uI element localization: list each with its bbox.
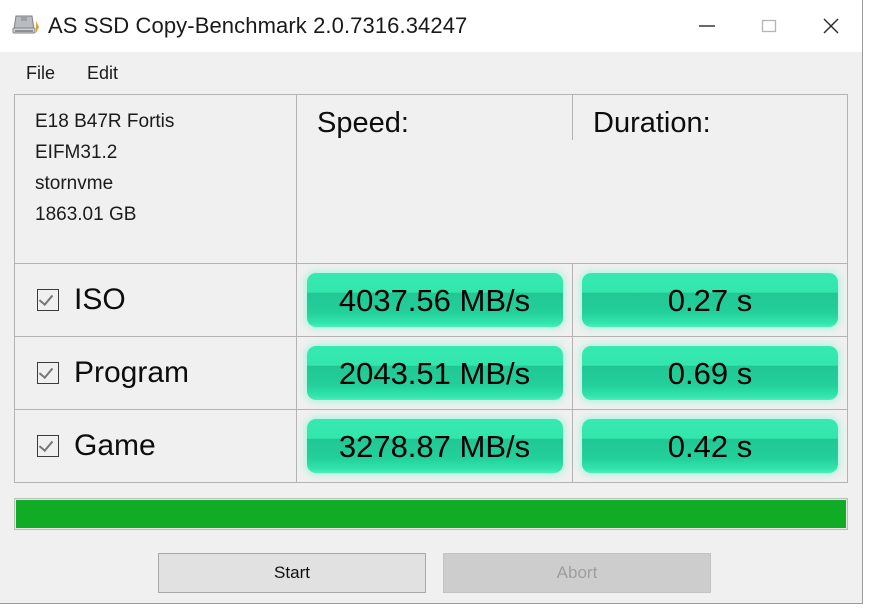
duration-cell-iso: 0.27 s xyxy=(573,264,847,336)
start-button[interactable]: Start xyxy=(158,553,426,593)
close-button[interactable] xyxy=(800,0,862,52)
ssd-drive-icon xyxy=(10,13,40,39)
title-bar[interactable]: AS SSD Copy-Benchmark 2.0.7316.34247 xyxy=(0,0,862,52)
duration-value-program: 0.69 s xyxy=(667,355,753,391)
table-row: Program 2043.51 MB/s 0.69 s xyxy=(15,337,847,410)
speed-cell-program: 2043.51 MB/s xyxy=(297,337,573,409)
test-name-cell-game: Game xyxy=(15,410,297,482)
progress-bar-fill xyxy=(16,500,846,528)
drive-firmware: EIFM31.2 xyxy=(35,141,118,163)
test-label-game: Game xyxy=(74,429,156,462)
table-row: Game 3278.87 MB/s 0.42 s xyxy=(15,410,847,482)
drive-driver: stornvme xyxy=(35,172,114,194)
duration-pill-program: 0.69 s xyxy=(582,346,838,400)
speed-value-iso: 4037.56 MB/s xyxy=(338,282,531,318)
button-row: Start Abort xyxy=(0,553,862,593)
window-title: AS SSD Copy-Benchmark 2.0.7316.34247 xyxy=(48,13,468,38)
speed-pill-game: 3278.87 MB/s xyxy=(306,419,563,473)
duration-pill-iso: 0.27 s xyxy=(582,273,838,327)
duration-cell-program: 0.69 s xyxy=(573,337,847,409)
checkbox-iso[interactable] xyxy=(37,289,59,311)
duration-column-header: Duration: xyxy=(593,107,711,139)
speed-pill-program: 2043.51 MB/s xyxy=(306,346,563,400)
benchmark-table: E18 B47R Fortis EIFM31.2 stornvme 1863.0… xyxy=(14,94,848,483)
progress-bar xyxy=(14,498,848,530)
menu-item-edit[interactable]: Edit xyxy=(75,60,130,87)
table-row: ISO 4037.56 MB/s 0.27 s xyxy=(15,264,847,337)
speed-value-game: 3278.87 MB/s xyxy=(338,428,531,464)
drive-model: E18 B47R Fortis xyxy=(35,111,175,132)
drive-capacity: 1863.01 GB xyxy=(35,203,137,225)
speed-pill-iso: 4037.56 MB/s xyxy=(306,273,563,327)
duration-pill-game: 0.42 s xyxy=(582,419,838,473)
maximize-button[interactable] xyxy=(738,0,800,52)
abort-button: Abort xyxy=(443,553,711,593)
window-controls xyxy=(676,0,862,52)
checkbox-game[interactable] xyxy=(37,435,59,457)
speed-column-header: Speed: xyxy=(297,95,573,140)
test-name-cell-iso: ISO xyxy=(15,264,297,336)
duration-cell-game: 0.42 s xyxy=(573,410,847,482)
app-window: AS SSD Copy-Benchmark 2.0.7316.34247 Fil… xyxy=(0,0,863,604)
menu-item-file[interactable]: File xyxy=(14,60,67,87)
checkbox-program[interactable] xyxy=(37,362,59,384)
duration-value-iso: 0.27 s xyxy=(667,282,753,318)
duration-value-game: 0.42 s xyxy=(667,428,753,464)
drive-info-cell: E18 B47R Fortis EIFM31.2 stornvme 1863.0… xyxy=(15,95,297,263)
menu-bar: File Edit xyxy=(0,52,862,94)
test-label-program: Program xyxy=(74,356,190,389)
speed-cell-iso: 4037.56 MB/s xyxy=(297,264,573,336)
table-header-row: E18 B47R Fortis EIFM31.2 stornvme 1863.0… xyxy=(15,95,847,264)
test-name-cell-program: Program xyxy=(15,337,297,409)
minimize-button[interactable] xyxy=(676,0,738,52)
speed-value-program: 2043.51 MB/s xyxy=(338,355,531,391)
speed-cell-game: 3278.87 MB/s xyxy=(297,410,573,482)
test-label-iso: ISO xyxy=(74,283,126,316)
